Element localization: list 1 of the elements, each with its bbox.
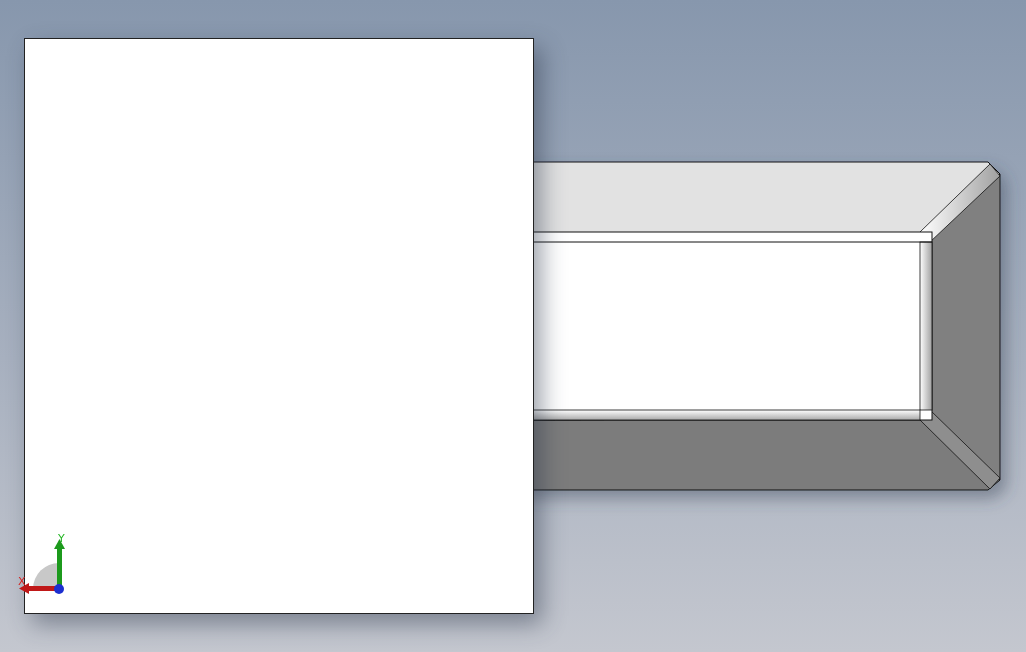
- y-axis-label: Y: [58, 533, 65, 545]
